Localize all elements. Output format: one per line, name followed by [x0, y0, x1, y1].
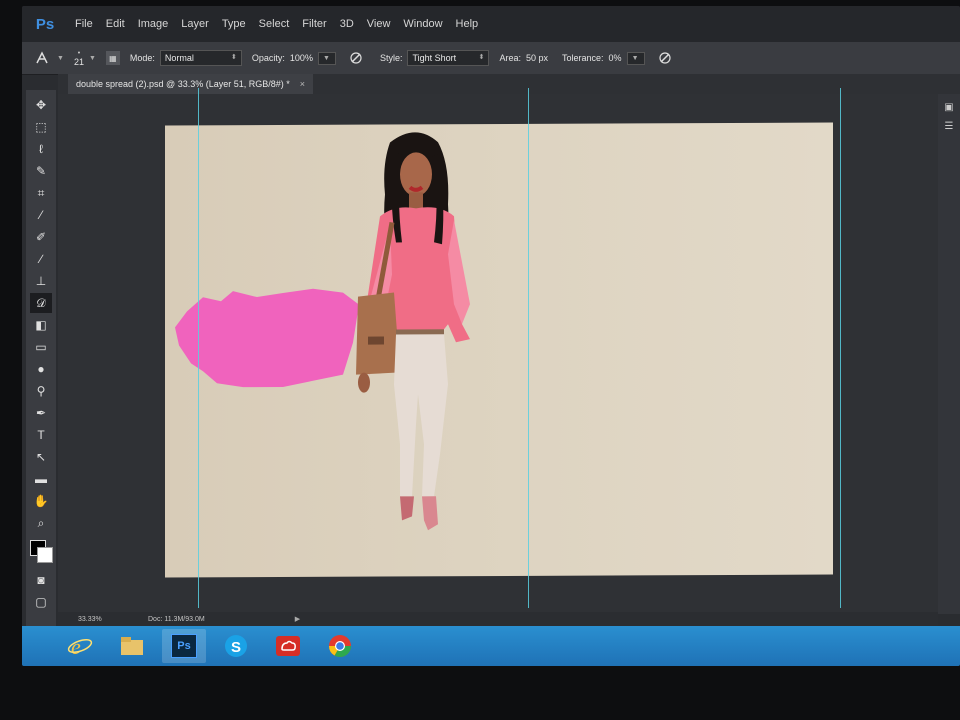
close-icon[interactable]: ×: [300, 79, 305, 89]
right-panel-dock: ▣ ☰: [938, 94, 960, 614]
move-tool-icon[interactable]: ✥: [30, 95, 52, 115]
area-value[interactable]: 50 px: [526, 53, 548, 63]
options-bar: ▼ • 21 ▼ ▦ Mode: Normal ⬍ Opacity: 100% …: [22, 42, 960, 75]
chevron-down-icon: ▼: [631, 54, 639, 62]
art-history-brush-tool-icon[interactable]: 𝒟: [30, 293, 52, 313]
guide-line-center[interactable]: [528, 88, 529, 608]
menu-image[interactable]: Image: [138, 18, 169, 30]
menu-select[interactable]: Select: [259, 18, 290, 30]
document-tab-row: double spread (2).psd @ 33.3% (Layer 51,…: [58, 74, 960, 94]
file-explorer-icon[interactable]: [110, 629, 154, 663]
screen-mode-icon[interactable]: ▢: [30, 592, 52, 612]
menu-edit[interactable]: Edit: [106, 18, 125, 30]
tablet-pressure-size-icon[interactable]: [655, 48, 675, 68]
photoshop-taskbar-button[interactable]: Ps: [162, 629, 206, 663]
style-value: Tight Short: [412, 53, 457, 63]
quick-mask-icon[interactable]: ◙: [30, 570, 52, 590]
mode-select[interactable]: Normal ⬍: [159, 50, 242, 66]
path-selection-tool-icon[interactable]: ↖: [30, 447, 52, 467]
eraser-tool-icon[interactable]: ◧: [30, 315, 52, 335]
internet-explorer-icon[interactable]: e: [58, 629, 102, 663]
brush-size-picker[interactable]: • 21 ▼: [74, 49, 96, 67]
dodge-tool-icon[interactable]: ⚲: [30, 381, 52, 401]
chevron-down-icon: ▼: [57, 54, 64, 62]
gradient-tool-icon[interactable]: ▭: [30, 337, 52, 357]
type-tool-icon[interactable]: T: [30, 425, 52, 445]
status-bar: 33.33% Doc: 11.3M/93.0M ▶: [58, 612, 938, 626]
status-menu-arrow-icon[interactable]: ▶: [295, 615, 300, 623]
mode-value: Normal: [164, 53, 194, 63]
chrome-icon[interactable]: [318, 629, 362, 663]
brush-tool-icon[interactable]: ∕: [30, 249, 52, 269]
skype-icon[interactable]: S: [214, 629, 258, 663]
history-panel-icon[interactable]: ☰: [938, 121, 960, 132]
windows-taskbar: e Ps S: [22, 626, 960, 666]
tolerance-slider-toggle[interactable]: ▼: [626, 51, 645, 65]
brush-panel-toggle-icon[interactable]: ▦: [105, 51, 120, 65]
opacity-slider-toggle[interactable]: ▼: [317, 51, 336, 65]
area-label: Area:: [499, 53, 521, 63]
photoshop-icon: Ps: [171, 634, 197, 658]
document-title: double spread (2).psd @ 33.3% (Layer 51,…: [76, 79, 290, 89]
art-history-brush-icon: [32, 48, 52, 68]
updown-arrow-icon: ⬍: [231, 54, 237, 61]
menu-type[interactable]: Type: [222, 18, 246, 30]
pen-tool-icon[interactable]: ✒: [30, 403, 52, 423]
hand-tool-icon[interactable]: ✋: [30, 491, 52, 511]
model-photo-layer: [330, 124, 495, 577]
photoshop-icon-label: Ps: [177, 640, 191, 652]
menu-filter[interactable]: Filter: [302, 18, 326, 30]
brush-size-value: 21: [73, 57, 84, 67]
mode-label: Mode:: [129, 53, 155, 63]
menu-bar: Ps File Edit Image Layer Type Select Fil…: [22, 6, 960, 42]
model-figure: [356, 132, 470, 531]
guide-line-right[interactable]: [840, 88, 841, 608]
style-label: Style:: [379, 53, 403, 63]
tolerance-value[interactable]: 0%: [609, 53, 622, 63]
creative-cloud-icon[interactable]: [266, 629, 310, 663]
menu-help[interactable]: Help: [456, 18, 479, 30]
workspace[interactable]: [58, 88, 938, 614]
blur-tool-icon[interactable]: ●: [30, 359, 52, 379]
tool-preset-picker[interactable]: ▼: [32, 48, 64, 68]
tolerance-label: Tolerance:: [562, 53, 604, 63]
quick-selection-tool-icon[interactable]: ✎: [30, 161, 52, 181]
rectangle-tool-icon[interactable]: ▬: [30, 469, 52, 489]
guide-line-left[interactable]: [198, 88, 199, 608]
lasso-tool-icon[interactable]: ℓ: [30, 139, 52, 159]
chevron-down-icon: ▼: [88, 54, 96, 62]
tools-panel: ✥ ⬚ ℓ ✎ ⌗ ⁄ ✐ ∕ ⊥ 𝒟 ◧ ▭ ● ⚲ ✒ T ↖ ▬ ✋ ⌕ …: [26, 90, 56, 634]
healing-brush-tool-icon[interactable]: ✐: [30, 227, 52, 247]
document-size-info: Doc: 11.3M/93.0M: [148, 615, 205, 623]
menu-3d[interactable]: 3D: [340, 18, 354, 30]
crop-tool-icon[interactable]: ⌗: [30, 183, 52, 203]
monitor-screen: Ps File Edit Image Layer Type Select Fil…: [22, 6, 960, 666]
photoshop-logo: Ps: [35, 15, 55, 33]
tablet-pressure-opacity-icon[interactable]: [346, 48, 366, 68]
menu-window[interactable]: Window: [403, 18, 442, 30]
document-canvas[interactable]: [165, 122, 833, 578]
background-color-swatch[interactable]: [37, 547, 53, 563]
menu-file[interactable]: File: [75, 18, 93, 30]
color-swatches[interactable]: [28, 538, 54, 564]
svg-text:S: S: [231, 639, 241, 656]
opacity-label: Opacity:: [251, 53, 285, 63]
clone-stamp-tool-icon[interactable]: ⊥: [30, 271, 52, 291]
updown-arrow-icon: ⬍: [478, 54, 485, 61]
zoom-tool-icon[interactable]: ⌕: [30, 513, 52, 533]
chevron-down-icon: ▼: [322, 54, 330, 62]
marquee-tool-icon[interactable]: ⬚: [30, 117, 52, 137]
menu-layer[interactable]: Layer: [181, 18, 209, 30]
eyedropper-tool-icon[interactable]: ⁄: [30, 205, 52, 225]
opacity-value[interactable]: 100%: [290, 53, 313, 63]
panel-collapse-icon[interactable]: ▣: [938, 102, 960, 113]
document-tab[interactable]: double spread (2).psd @ 33.3% (Layer 51,…: [68, 74, 314, 94]
menu-view[interactable]: View: [367, 18, 391, 30]
zoom-level-field[interactable]: 33.33%: [58, 616, 128, 623]
style-select[interactable]: Tight Short ⬍: [407, 50, 490, 66]
svg-text:e: e: [71, 634, 81, 659]
